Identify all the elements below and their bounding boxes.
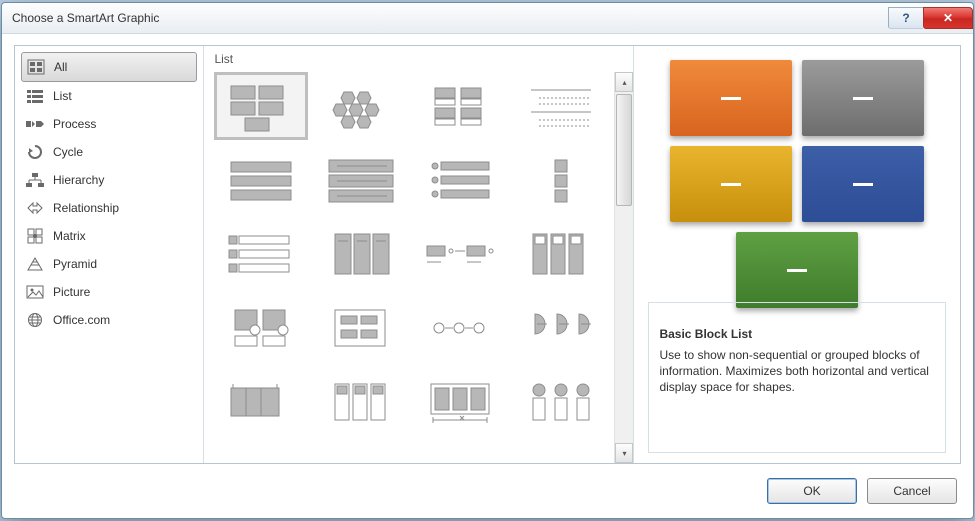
preview-block-1	[670, 60, 792, 136]
category-picture[interactable]: Picture	[15, 278, 203, 306]
preview-title: Basic Block List	[659, 327, 935, 341]
category-officecom[interactable]: Office.com	[15, 306, 203, 334]
list-icon	[25, 88, 45, 104]
category-hierarchy[interactable]: Hierarchy	[15, 166, 203, 194]
category-pyramid[interactable]: Pyramid	[15, 250, 203, 278]
preview-block-5	[736, 232, 858, 308]
category-label: Hierarchy	[53, 173, 104, 187]
thumb-vertical-block-list[interactable]	[314, 220, 408, 288]
picture-icon	[25, 284, 45, 300]
thumb-vertical-picture-accent[interactable]	[514, 220, 608, 288]
cancel-button[interactable]: Cancel	[867, 478, 957, 504]
ok-button[interactable]: OK	[767, 478, 857, 504]
preview-graphic	[648, 56, 946, 302]
preview-pane: Basic Block List Use to show non-sequent…	[634, 46, 960, 463]
globe-icon	[25, 312, 45, 328]
thumb-circle-accent-timeline[interactable]	[514, 368, 608, 436]
category-label: Process	[53, 117, 96, 131]
thumb-vertical-bracket-list[interactable]	[314, 146, 408, 214]
smartart-dialog: Choose a SmartArt Graphic ? ✕ All List P…	[1, 2, 974, 519]
thumb-vertical-box-list[interactable]	[214, 146, 308, 214]
chevron-up-icon: ▴	[622, 78, 626, 87]
matrix-icon	[25, 228, 45, 244]
preview-block-2	[802, 60, 924, 136]
thumb-basic-block-list[interactable]	[214, 72, 308, 140]
process-icon	[25, 116, 45, 132]
category-process[interactable]: Process	[15, 110, 203, 138]
category-label: Matrix	[53, 229, 86, 243]
dialog-body: All List Process Cycle Hierarchy Relatio…	[14, 45, 961, 464]
category-all[interactable]: All	[21, 52, 197, 82]
hierarchy-icon	[25, 172, 45, 188]
close-button[interactable]: ✕	[923, 7, 973, 29]
thumb-increasing-circle[interactable]	[314, 294, 408, 362]
thumb-table-list[interactable]	[214, 368, 308, 436]
category-list-item[interactable]: List	[15, 82, 203, 110]
cycle-icon	[25, 144, 45, 160]
category-cycle[interactable]: Cycle	[15, 138, 203, 166]
preview-description-box: Basic Block List Use to show non-sequent…	[648, 302, 946, 453]
thumb-picture-caption-list[interactable]	[414, 72, 508, 140]
category-label: Cycle	[53, 145, 83, 159]
category-list: All List Process Cycle Hierarchy Relatio…	[15, 46, 204, 463]
gallery-scrollbar[interactable]: ▴ ▾	[614, 72, 633, 463]
preview-description: Use to show non-sequential or grouped bl…	[659, 347, 935, 396]
thumb-alternating-hexagons[interactable]	[314, 72, 408, 140]
chevron-down-icon: ▾	[622, 449, 626, 458]
thumb-lined-list[interactable]	[514, 72, 608, 140]
titlebar: Choose a SmartArt Graphic ? ✕	[2, 3, 973, 34]
thumb-grouped-list[interactable]	[414, 368, 508, 436]
dialog-buttons: OK Cancel	[767, 478, 957, 504]
pyramid-icon	[25, 256, 45, 272]
close-icon: ✕	[943, 11, 953, 25]
preview-block-4	[802, 146, 924, 222]
scroll-track[interactable]	[615, 92, 633, 443]
scroll-down-button[interactable]: ▾	[615, 443, 633, 463]
category-matrix[interactable]: Matrix	[15, 222, 203, 250]
relationship-icon	[25, 200, 45, 216]
help-button[interactable]: ?	[888, 7, 923, 29]
thumb-horizontal-bullet-list[interactable]	[414, 220, 508, 288]
category-label: All	[54, 60, 67, 74]
thumb-stacked-list[interactable]	[214, 294, 308, 362]
category-label: Picture	[53, 285, 90, 299]
category-label: Pyramid	[53, 257, 97, 271]
thumbnail-grid	[204, 72, 614, 463]
thumb-descending-block[interactable]	[514, 294, 608, 362]
thumb-tab-list[interactable]	[514, 146, 608, 214]
thumb-segmented-process[interactable]	[314, 368, 408, 436]
gallery-pane: List	[204, 46, 634, 463]
category-relationship[interactable]: Relationship	[15, 194, 203, 222]
preview-block-3	[670, 146, 792, 222]
scroll-thumb[interactable]	[616, 94, 632, 206]
dialog-title: Choose a SmartArt Graphic	[2, 11, 159, 25]
all-icon	[26, 59, 46, 75]
thumb-pie-process[interactable]	[414, 294, 508, 362]
thumb-square-accent-list[interactable]	[214, 220, 308, 288]
category-label: Office.com	[53, 313, 110, 327]
thumb-varying-width-list[interactable]	[414, 146, 508, 214]
help-icon: ?	[902, 11, 909, 25]
category-label: Relationship	[53, 201, 119, 215]
scroll-up-button[interactable]: ▴	[615, 72, 633, 92]
category-label: List	[53, 89, 72, 103]
gallery-heading: List	[204, 46, 633, 72]
